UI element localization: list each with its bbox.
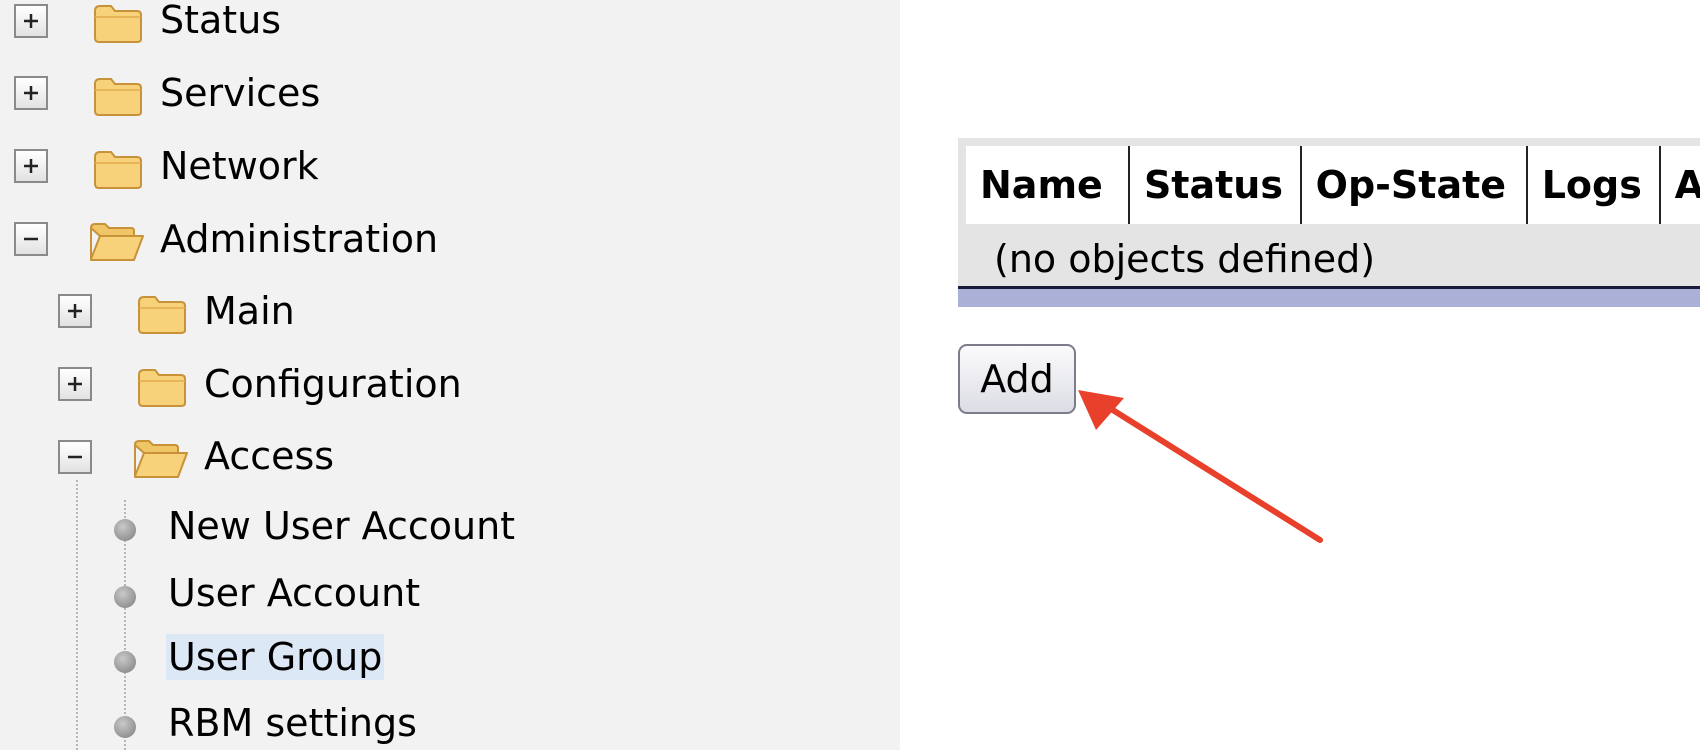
empty-table-message: (no objects defined) [994,237,1376,281]
folder-closed-icon [138,369,186,407]
add-button[interactable]: Add [958,344,1076,414]
tree-node-label: Configuration [204,362,462,406]
tree-node-label: Administration [160,217,439,261]
expand-icon[interactable] [14,149,48,183]
column-header-actions[interactable]: A [1661,146,1700,224]
expand-icon[interactable] [58,294,92,328]
tree-node-administration[interactable]: Administration [14,217,474,277]
tree-guide-line [76,480,78,750]
tree-leaf-user-account[interactable]: User Account [166,570,422,616]
tree-node-label: Access [204,434,335,478]
tree-node-status[interactable]: Status [14,0,414,60]
folder-closed-icon [94,151,142,189]
tree-node-label: Services [160,71,321,115]
folder-closed-icon [94,5,142,43]
table-header-row: Name Status Op-State Logs A [966,146,1700,224]
folder-open-icon [133,440,188,478]
leaf-bullet-icon [114,651,136,673]
folder-closed-icon [138,296,186,334]
folder-closed-icon [94,78,142,116]
tree-node-main[interactable]: Main [58,289,358,349]
objects-table: Name Status Op-State Logs A (no objects … [958,138,1700,307]
column-header-op-state[interactable]: Op-State [1302,146,1528,224]
collapse-icon[interactable] [58,440,92,474]
tree-leaf-user-group[interactable]: User Group [166,634,385,680]
leaf-bullet-icon [114,586,136,608]
tree-node-network[interactable]: Network [14,144,414,204]
tree-node-label: Status [160,0,282,42]
folder-open-icon [89,223,144,261]
table-footer-bar [958,286,1700,307]
column-header-status[interactable]: Status [1130,146,1302,224]
tree-node-label: Network [160,144,319,188]
expand-icon[interactable] [58,367,92,401]
tree-node-configuration[interactable]: Configuration [58,362,518,422]
annotation-arrow [1078,390,1323,543]
tree-leaf-rbm-settings[interactable]: RBM settings [166,700,419,746]
tree-node-access[interactable]: Access [58,434,418,494]
navigation-tree: Status Services Network Administration M… [0,0,900,750]
leaf-bullet-icon [114,519,136,541]
column-header-name[interactable]: Name [966,146,1130,224]
column-header-logs[interactable]: Logs [1528,146,1661,224]
expand-icon[interactable] [14,4,48,38]
tree-node-services[interactable]: Services [14,71,414,131]
tree-leaf-new-user-account[interactable]: New User Account [166,503,517,549]
expand-icon[interactable] [14,76,48,110]
annotation-arrow-shaft [1097,399,1323,543]
leaf-bullet-icon [114,716,136,738]
tree-node-label: Main [204,289,295,333]
collapse-icon[interactable] [14,222,48,256]
